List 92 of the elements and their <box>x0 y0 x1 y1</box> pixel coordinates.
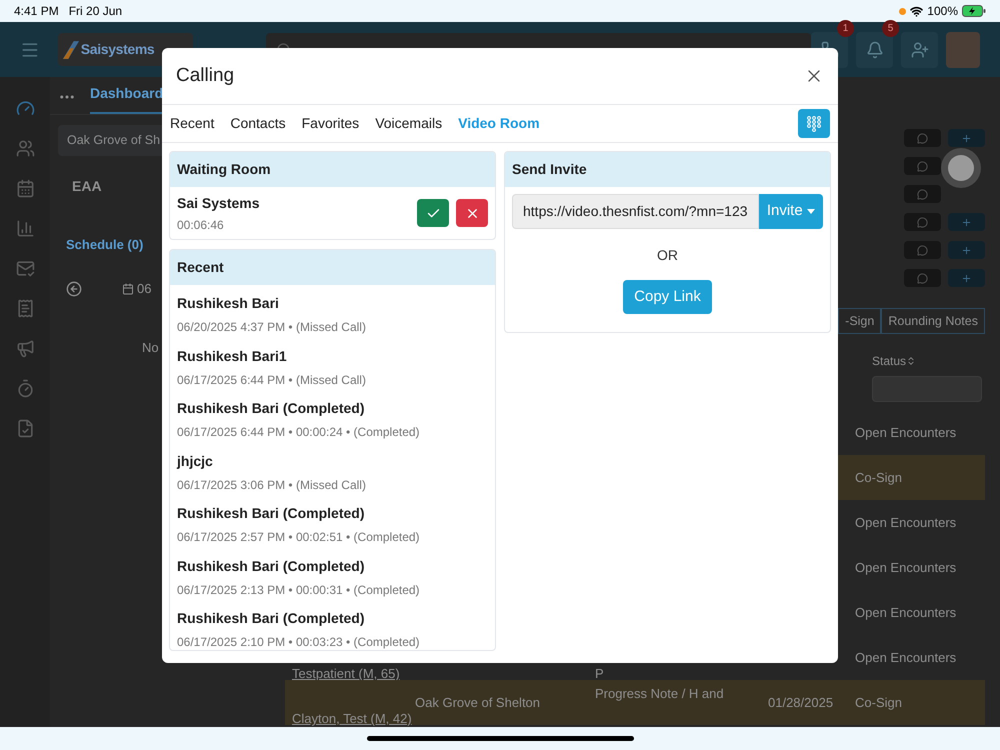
chat-bubble-icon <box>917 216 928 228</box>
or-separator: OR <box>657 246 678 265</box>
dialog-tab[interactable]: Voicemails <box>375 113 442 134</box>
logo-text: Saisystems <box>80 40 154 59</box>
comment-button[interactable] <box>904 213 941 231</box>
comment-button[interactable] <box>904 269 941 287</box>
segment-tab[interactable]: Rounding Notes <box>881 308 985 334</box>
card-header: Send Invite <box>505 152 830 187</box>
note-type-cell: Progress Note / H and <box>595 686 724 701</box>
comment-button[interactable] <box>904 241 941 259</box>
file-check-icon[interactable] <box>16 419 34 438</box>
call-name[interactable]: jhjcjc <box>177 450 213 472</box>
avatar[interactable] <box>946 32 980 68</box>
bell-icon <box>866 40 884 58</box>
organization-label: EAA <box>72 178 102 194</box>
plus-icon <box>961 216 972 228</box>
date-cell: 01/28/2025 <box>768 694 834 710</box>
calendar-icon[interactable] <box>16 179 34 198</box>
plus-icon <box>961 244 972 256</box>
dialog-tab[interactable]: Recent <box>170 113 214 134</box>
status-cell: Open Encounters <box>855 604 956 620</box>
dialog-tab[interactable]: Contacts <box>230 113 286 134</box>
call-detail: 06/17/2025 6:44 PM • 00:00:24 • (Completed) <box>177 424 420 441</box>
call-detail: 06/17/2025 2:57 PM • 00:02:51 • (Completed) <box>177 529 420 546</box>
battery-percent: 100% <box>927 3 958 20</box>
users-icon[interactable] <box>16 139 34 158</box>
assistive-touch-button[interactable] <box>941 148 981 188</box>
patient-link[interactable]: Testpatient (M, 65) <box>292 666 400 681</box>
call-detail: 06/17/2025 6:44 PM • (Missed Call) <box>177 372 366 388</box>
empty-schedule-text: No <box>142 340 159 354</box>
call-detail: 06/20/2025 4:37 PM • (Missed Call) <box>177 319 366 336</box>
comment-button[interactable] <box>904 157 941 175</box>
megaphone-icon[interactable] <box>16 339 34 358</box>
wait-time: 00:06:46 <box>177 216 225 234</box>
plus-icon <box>961 132 972 144</box>
caller-name: Sai Systems <box>177 194 260 213</box>
status-time: 4:41 PM <box>14 3 59 20</box>
accept-button[interactable] <box>417 199 449 227</box>
facility-cell: Oak Grove of Shelton <box>415 694 540 710</box>
logo-mark-icon <box>62 40 79 60</box>
status-date: Fri 20 Jun <box>68 3 122 20</box>
chat-bubble-icon <box>917 160 928 172</box>
chat-bubble-icon <box>917 188 928 200</box>
caret-icon <box>806 209 815 214</box>
status-column-header[interactable]: Status <box>872 352 985 370</box>
note-type-cell: P <box>595 666 604 681</box>
back-circle-icon[interactable] <box>66 280 82 297</box>
comment-button[interactable] <box>904 185 941 203</box>
plus-icon <box>961 272 972 284</box>
dialog-tab[interactable]: Favorites <box>302 113 360 134</box>
mail-check-icon[interactable] <box>16 259 34 278</box>
reject-button[interactable] <box>456 199 488 227</box>
chat-bubble-icon <box>917 272 928 284</box>
call-detail: 06/17/2025 2:13 PM • 00:00:31 • (Completed) <box>177 582 420 598</box>
user-plus-icon <box>910 40 928 58</box>
call-name[interactable]: Rushikesh Bari (Completed) <box>177 608 364 629</box>
dialog-title: Calling <box>176 64 234 88</box>
segment-tab[interactable]: -Sign <box>838 308 882 334</box>
call-name[interactable]: Rushikesh Bari1 <box>177 346 287 366</box>
chat-bubble-icon <box>917 132 928 144</box>
user-plus-button[interactable] <box>901 32 938 68</box>
chat-bubble-icon <box>917 244 928 256</box>
call-name[interactable]: Rushikesh Bari (Completed) <box>177 503 364 524</box>
receipt-icon[interactable] <box>16 299 34 318</box>
schedule-date: 06 <box>137 280 152 298</box>
status-cell: Open Encounters <box>855 424 956 440</box>
status-cell: Open Encounters <box>855 560 956 575</box>
battery-icon <box>962 5 986 17</box>
status-cell: Co-Sign <box>855 470 902 485</box>
call-detail: 06/17/2025 2:10 PM • 00:03:23 • (Completed) <box>177 634 420 650</box>
call-name[interactable]: Rushikesh Bari (Completed) <box>177 398 364 419</box>
bar-chart-icon[interactable] <box>16 219 34 238</box>
dialpad-button[interactable] <box>798 109 830 138</box>
schedule-heading[interactable]: Schedule (0) <box>66 237 144 252</box>
stopwatch-icon[interactable] <box>16 379 34 398</box>
dialpad-icon <box>807 116 821 132</box>
call-name[interactable]: Rushikesh Bari <box>177 293 279 314</box>
wifi-icon <box>910 4 924 18</box>
dashboard-icon[interactable] <box>16 99 34 118</box>
card-header: Waiting Room <box>170 152 495 187</box>
patient-link[interactable]: Clayton, Test (M, 42) <box>292 711 412 726</box>
comment-button[interactable] <box>904 129 941 147</box>
status-cell: Open Encounters <box>855 514 956 530</box>
call-detail: 06/17/2025 3:06 PM • (Missed Call) <box>177 476 366 494</box>
sort-icon <box>906 356 916 366</box>
bell-button[interactable] <box>856 32 893 68</box>
status-cell: Co-Sign <box>855 694 902 710</box>
calendar-icon <box>122 282 134 295</box>
invite-link-field[interactable]: https://video.thesnfist.com/?mn=123 <box>512 194 759 229</box>
status-cell: Open Encounters <box>855 650 956 665</box>
card-header: Recent <box>170 250 495 285</box>
call-name[interactable]: Rushikesh Bari (Completed) <box>177 556 364 576</box>
